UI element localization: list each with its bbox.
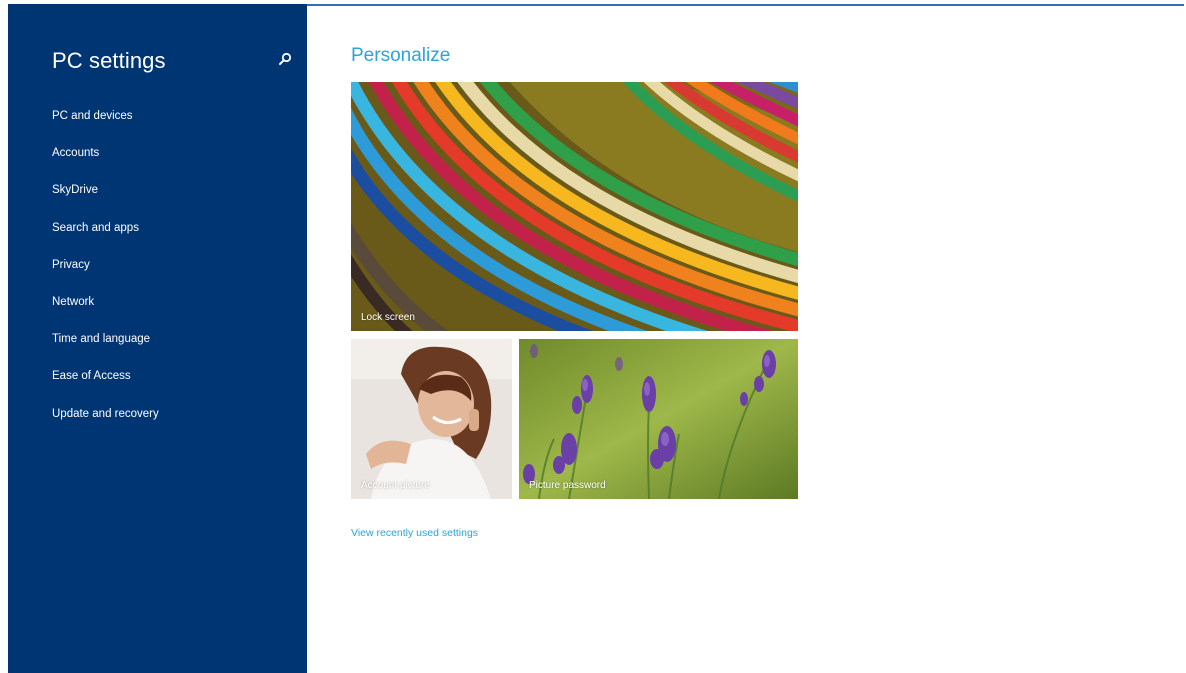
sidebar-item-ease-of-access[interactable]: Ease of Access [52,366,159,403]
sidebar-item-accounts[interactable]: Accounts [52,143,159,180]
sidebar-item-time-and-language[interactable]: Time and language [52,329,159,366]
sidebar-item-search-and-apps[interactable]: Search and apps [52,218,159,255]
account-picture-tile[interactable]: Account picture [351,339,512,499]
sidebar-item-update-and-recovery[interactable]: Update and recovery [52,404,159,441]
sidebar-item-skydrive[interactable]: SkyDrive [52,180,159,217]
picture-password-label: Picture password [529,480,606,491]
sidebar-title: PC settings [52,48,166,73]
sidebar-item-pc-and-devices[interactable]: PC and devices [52,106,159,143]
sidebar-nav: PC and devices Accounts SkyDrive Search … [52,106,159,441]
sidebar-item-privacy[interactable]: Privacy [52,255,159,292]
picture-password-tile[interactable]: Picture password [519,339,798,499]
picture-password-image [519,339,798,499]
lock-screen-label: Lock screen [361,312,415,323]
search-icon[interactable] [278,52,292,66]
pc-settings-window: PC settings PC and devices Accounts SkyD… [0,0,1186,673]
account-picture-label: Account picture [361,480,430,491]
view-recent-settings-link[interactable]: View recently used settings [351,527,478,539]
lock-screen-tile[interactable]: Lock screen [351,82,798,331]
sidebar-item-network[interactable]: Network [52,292,159,329]
page-title: Personalize [351,45,451,66]
account-picture-image [351,339,512,499]
lock-screen-image [351,82,798,331]
sidebar: PC settings PC and devices Accounts SkyD… [8,4,307,673]
